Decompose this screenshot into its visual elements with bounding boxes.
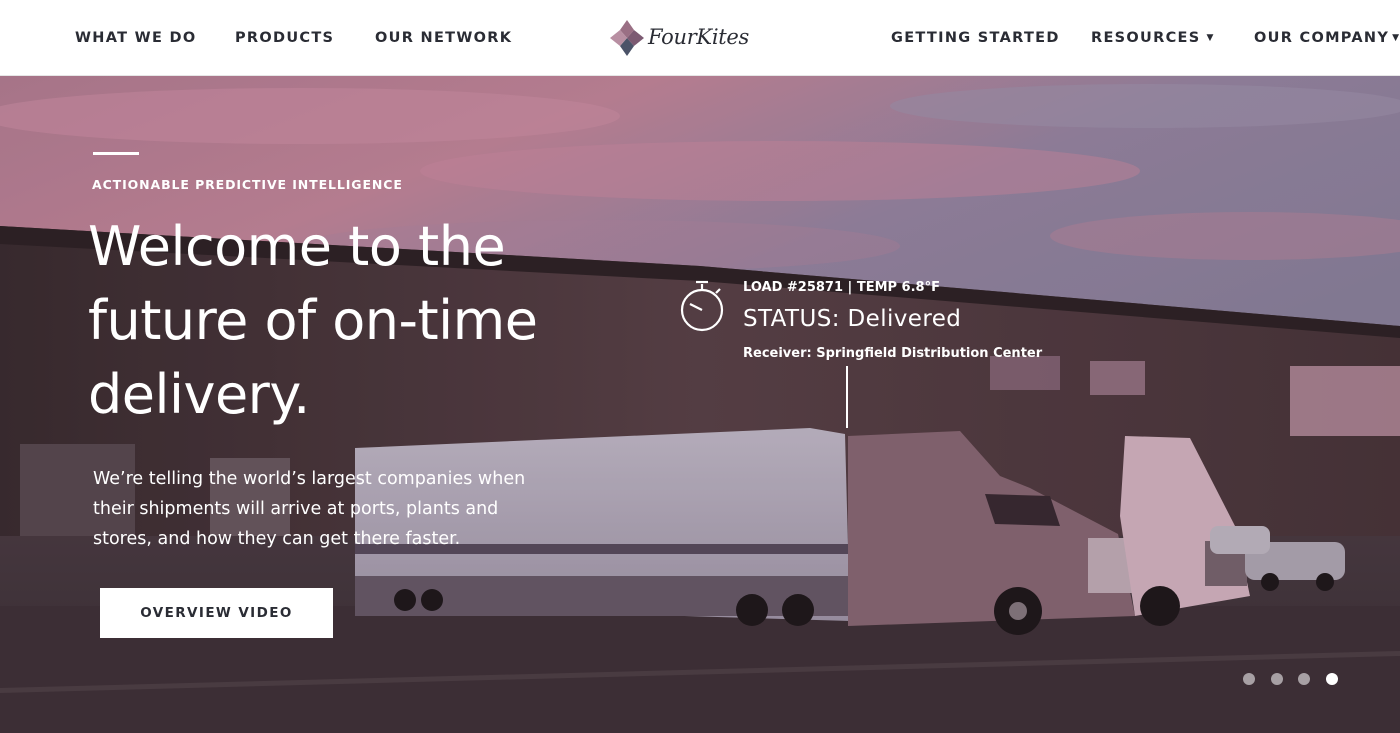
hero-headline: Welcome to the future of on-time deliver… [88, 210, 608, 432]
caret-down-icon: ▼ [1392, 33, 1400, 43]
nav-getting-started[interactable]: GETTING STARTED [891, 28, 1060, 48]
hero-accent-line [93, 152, 139, 155]
nav-resources[interactable]: RESOURCES ▼ [1091, 28, 1215, 48]
hero-section: ACTIONABLE PREDICTIVE INTELLIGENCE Welco… [0, 76, 1400, 733]
subtext-line: stores, and how they can get there faste… [93, 529, 461, 549]
nav-our-network[interactable]: OUR NETWORK [375, 28, 512, 48]
headline-line: Welcome to the [88, 215, 506, 278]
subtext-line: their shipments will arrive at ports, pl… [93, 499, 499, 519]
headline-line: delivery. [88, 363, 310, 426]
fourkites-logo[interactable]: FourKites [608, 18, 768, 58]
top-navigation: WHAT WE DO PRODUCTS OUR NETWORK FourKite… [0, 0, 1400, 76]
carousel-dot-4[interactable] [1326, 673, 1338, 685]
logo-diamond-icon [610, 20, 644, 56]
nav-products[interactable]: PRODUCTS [235, 28, 334, 48]
logo-text: FourKites [648, 25, 749, 49]
stopwatch-icon [680, 280, 724, 332]
carousel-dot-1[interactable] [1243, 673, 1255, 685]
status-load-info: LOAD #25871 | TEMP 6.8°F [743, 280, 940, 295]
carousel-dot-3[interactable] [1298, 673, 1310, 685]
status-pointer-line [846, 366, 848, 428]
nav-our-company[interactable]: OUR COMPANY ▼ [1254, 28, 1400, 48]
caret-down-icon: ▼ [1206, 33, 1215, 43]
status-delivered: STATUS: Delivered [743, 306, 962, 332]
nav-resources-label: RESOURCES [1091, 30, 1201, 46]
hero-eyebrow: ACTIONABLE PREDICTIVE INTELLIGENCE [92, 177, 403, 192]
subtext-line: We’re telling the world’s largest compan… [93, 469, 526, 489]
nav-our-company-label: OUR COMPANY [1254, 30, 1390, 46]
nav-what-we-do[interactable]: WHAT WE DO [75, 28, 196, 48]
overview-video-button[interactable]: OVERVIEW VIDEO [100, 588, 333, 638]
carousel-dot-2[interactable] [1271, 673, 1283, 685]
hero-subtext: We’re telling the world’s largest compan… [93, 464, 563, 554]
headline-line: future of on-time [88, 289, 538, 352]
status-receiver: Receiver: Springfield Distribution Cente… [743, 346, 1043, 361]
